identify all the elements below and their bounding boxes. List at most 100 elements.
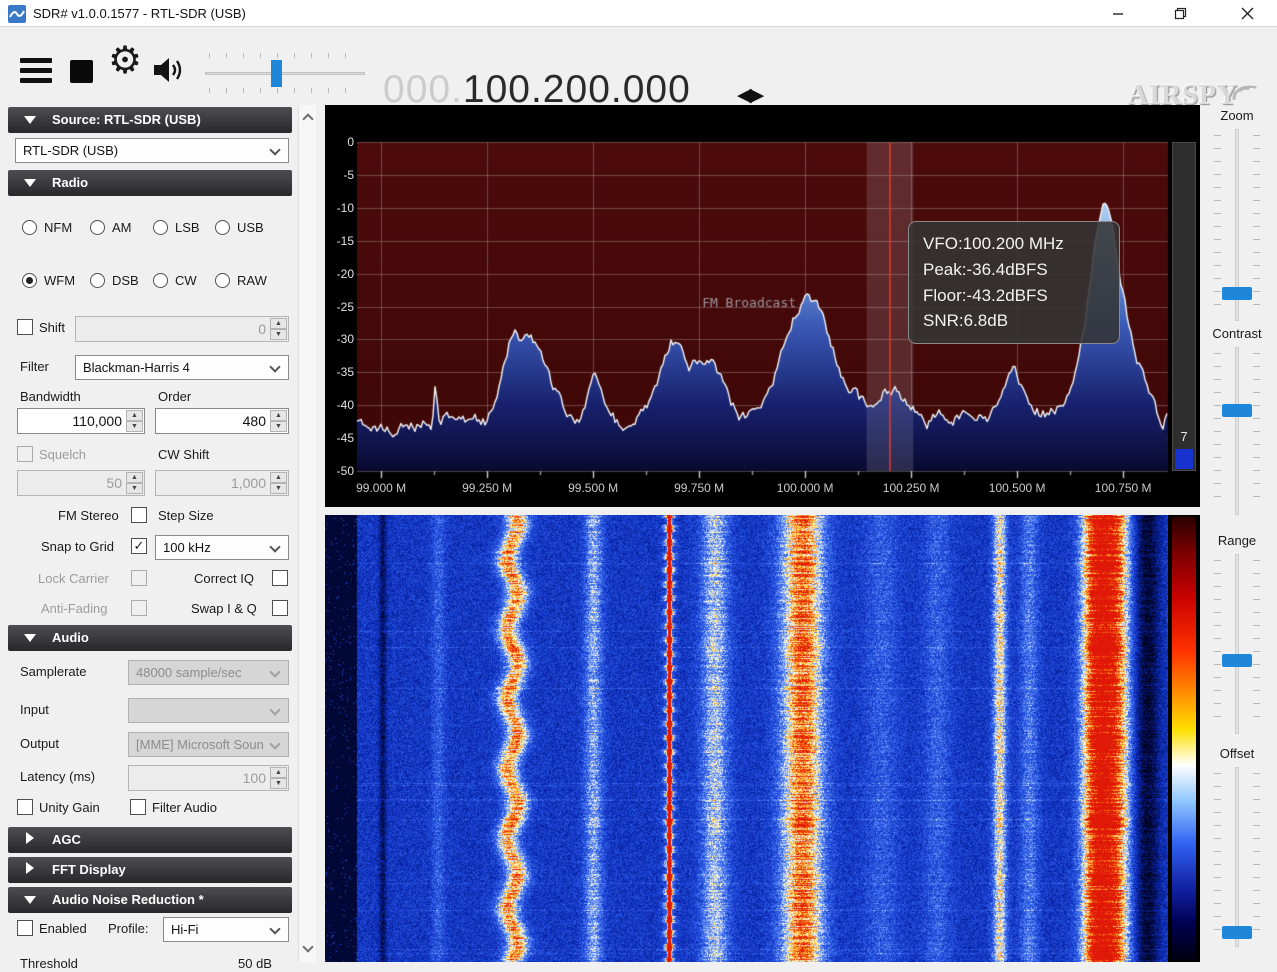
chevron-down-icon [269, 738, 280, 749]
range-slider-thumb[interactable] [1222, 654, 1252, 667]
snap-to-grid-checkbox[interactable]: ✓ [131, 538, 147, 554]
spin-up-icon[interactable]: ▲ [270, 410, 287, 421]
stop-button[interactable] [70, 60, 93, 83]
filter-audio-label: Filter Audio [152, 800, 217, 815]
anr-enabled-checkbox[interactable] [17, 920, 33, 936]
order-label: Order [158, 389, 191, 404]
filter-value: Blackman-Harris 4 [83, 360, 190, 375]
shift-input[interactable]: 0 ▲▼ [75, 316, 289, 342]
volume-thumb[interactable] [271, 60, 282, 87]
close-button[interactable] [1224, 0, 1270, 27]
scroll-down-icon[interactable] [302, 941, 313, 952]
agc-panel-header[interactable]: AGC [8, 827, 292, 853]
spin-up-icon[interactable]: ▲ [270, 767, 287, 778]
anr-profile-label: Profile: [108, 921, 148, 936]
source-device-select[interactable]: RTL-SDR (USB) [15, 138, 289, 163]
spin-down-icon[interactable]: ▼ [126, 483, 143, 494]
chevron-down-icon [269, 923, 280, 934]
mode-radio-nfm[interactable] [22, 220, 37, 235]
spin-down-icon[interactable]: ▼ [270, 421, 287, 432]
samplerate-select[interactable]: 48000 sample/sec [128, 660, 289, 685]
volume-track[interactable] [205, 72, 365, 75]
mode-radio-raw[interactable] [215, 273, 230, 288]
sidebar-scrollbar[interactable] [298, 105, 316, 962]
x-axis-tick-label: 100.500 M [982, 481, 1052, 495]
slider-track[interactable] [1235, 554, 1239, 734]
filter-select[interactable]: Blackman-Harris 4 [75, 355, 289, 380]
source-device-value: RTL-SDR (USB) [23, 143, 118, 158]
spin-up-icon[interactable]: ▲ [126, 472, 143, 483]
spin-up-icon[interactable]: ▲ [126, 410, 143, 421]
airspy-signal-icon [1218, 66, 1258, 100]
radio-panel-header[interactable]: Radio [8, 170, 292, 196]
mode-radio-usb[interactable] [215, 220, 230, 235]
zoom-slider[interactable]: Zoom [1204, 108, 1270, 321]
audio-panel-header[interactable]: Audio [8, 625, 292, 651]
squelch-input[interactable]: 50 ▲▼ [17, 470, 145, 496]
frequency-step-buttons[interactable]: ◀▶ [737, 84, 762, 107]
spin-down-icon[interactable]: ▼ [270, 329, 287, 340]
cw-shift-input[interactable]: 1,000 ▲▼ [155, 470, 289, 496]
vfo-info-box: VFO:100.200 MHz Peak:-36.4dBFS Floor:-43… [908, 221, 1120, 344]
audio-output-select[interactable]: [MME] Microsoft Soun [128, 732, 289, 757]
settings-button[interactable]: ⚙ [108, 42, 142, 80]
spin-up-icon[interactable]: ▲ [270, 472, 287, 483]
source-panel-header[interactable]: Source: RTL-SDR (USB) [8, 107, 292, 133]
mode-radio-cw[interactable] [153, 273, 168, 288]
mode-radio-wfm[interactable] [22, 273, 37, 288]
lock-carrier-checkbox[interactable] [131, 570, 147, 586]
filter-audio-checkbox[interactable] [130, 799, 146, 815]
menu-button[interactable] [20, 58, 52, 88]
anr-profile-select[interactable]: Hi-Fi [163, 917, 289, 942]
slider-ticks [1253, 135, 1260, 315]
offset-slider-thumb[interactable] [1222, 926, 1252, 939]
slider-ticks [1253, 773, 1260, 941]
latency-input[interactable]: 100 ▲▼ [128, 765, 289, 791]
mode-radio-am[interactable] [90, 220, 105, 235]
chevron-down-icon [269, 361, 280, 372]
lock-carrier-label: Lock Carrier [38, 571, 109, 586]
contrast-slider[interactable]: Contrast [1204, 326, 1270, 515]
noise-reduction-panel-header[interactable]: Audio Noise Reduction * [8, 887, 292, 913]
offset-slider[interactable]: Offset [1204, 746, 1270, 947]
mode-radio-dsb[interactable] [90, 273, 105, 288]
waterfall-plot[interactable] [325, 515, 1168, 962]
slider-track[interactable] [1235, 767, 1239, 947]
contrast-slider-thumb[interactable] [1222, 404, 1252, 417]
order-input[interactable]: 480 ▲▼ [155, 408, 289, 434]
minimize-button[interactable] [1095, 0, 1141, 27]
x-axis-tick-label: 99.500 M [558, 481, 628, 495]
squelch-checkbox[interactable] [17, 446, 33, 462]
spin-down-icon[interactable]: ▼ [270, 483, 287, 494]
y-axis-tick-label: -30 [326, 332, 354, 346]
audio-input-select[interactable] [128, 698, 289, 723]
bandwidth-label: Bandwidth [20, 389, 81, 404]
mode-radio-lsb[interactable] [153, 220, 168, 235]
step-size-select[interactable]: 100 kHz [155, 535, 289, 560]
swap-iq-checkbox[interactable] [272, 600, 288, 616]
mode-label-lsb: LSB [175, 220, 200, 235]
gear-icon: ⚙ [108, 40, 142, 82]
fm-stereo-checkbox[interactable] [131, 507, 147, 523]
volume-slider[interactable] [205, 53, 365, 93]
shift-checkbox[interactable] [17, 319, 33, 335]
y-axis-tick-label: -25 [326, 300, 354, 314]
slider-ticks [1214, 353, 1221, 509]
range-slider[interactable]: Range [1204, 533, 1270, 734]
slider-track[interactable] [1235, 347, 1239, 515]
spin-down-icon[interactable]: ▼ [126, 421, 143, 432]
zoom-slider-thumb[interactable] [1222, 287, 1252, 300]
latency-value: 100 [243, 770, 266, 786]
spin-down-icon[interactable]: ▼ [270, 778, 287, 789]
minimize-icon [1112, 6, 1124, 18]
bandwidth-input[interactable]: 110,000 ▲▼ [17, 408, 145, 434]
unity-gain-checkbox[interactable] [17, 799, 33, 815]
cw-shift-label: CW Shift [158, 447, 209, 462]
anti-fading-checkbox[interactable] [131, 600, 147, 616]
fft-display-panel-header[interactable]: FFT Display [8, 857, 292, 883]
mute-button[interactable] [152, 55, 188, 85]
restore-button[interactable] [1157, 0, 1203, 27]
spin-up-icon[interactable]: ▲ [270, 318, 287, 329]
scroll-up-icon[interactable] [302, 113, 313, 124]
correct-iq-checkbox[interactable] [272, 570, 288, 586]
